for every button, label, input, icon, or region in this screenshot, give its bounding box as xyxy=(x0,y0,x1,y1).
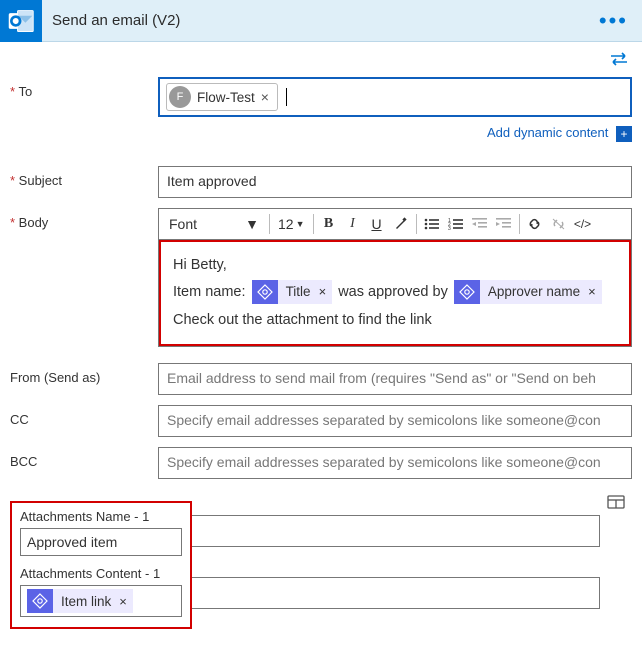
more-menu-button[interactable]: ••• xyxy=(585,8,642,34)
body-line: Check out the attachment to find the lin… xyxy=(173,307,617,335)
body-line: Item name: Title × was approved by Appro… xyxy=(173,279,617,307)
to-input[interactable]: F Flow-Test × xyxy=(158,77,632,117)
indent-button[interactable] xyxy=(493,211,515,237)
bold-button[interactable]: B xyxy=(318,211,340,237)
swap-icon[interactable] xyxy=(610,52,628,71)
attachment-name-input-ext[interactable] xyxy=(192,515,600,547)
token-icon xyxy=(27,589,53,613)
cc-label: CC xyxy=(10,405,158,427)
bullet-list-button[interactable] xyxy=(421,211,443,237)
add-dynamic-content-link[interactable]: Add dynamic content xyxy=(487,125,608,140)
dynamic-token-approver[interactable]: Approver name × xyxy=(454,280,602,304)
remove-token-icon[interactable]: × xyxy=(588,280,602,304)
unlink-button[interactable] xyxy=(548,211,570,237)
body-line: Hi Betty, xyxy=(173,252,617,280)
attachment-name-input[interactable]: Approved item xyxy=(20,528,182,556)
link-button[interactable] xyxy=(524,211,546,237)
card-title: Send an email (V2) xyxy=(42,12,585,29)
italic-button[interactable]: I xyxy=(342,211,364,237)
font-size-selector[interactable]: 12▼ xyxy=(274,211,309,237)
body-label: Body xyxy=(10,208,158,230)
code-view-button[interactable]: </> xyxy=(572,211,594,237)
recipient-avatar: F xyxy=(169,86,191,108)
outdent-button[interactable] xyxy=(469,211,491,237)
text-caret xyxy=(286,88,287,106)
svg-text:3: 3 xyxy=(448,226,451,230)
body-input[interactable]: Hi Betty, Item name: Title × was approve… xyxy=(159,240,631,347)
card-header: Send an email (V2) ••• xyxy=(0,0,642,42)
switch-array-mode-icon[interactable] xyxy=(607,493,625,511)
from-label: From (Send as) xyxy=(10,363,158,385)
recipient-chip[interactable]: F Flow-Test × xyxy=(166,83,278,111)
remove-recipient-icon[interactable]: × xyxy=(255,89,275,105)
dynamic-token-title[interactable]: Title × xyxy=(252,280,333,304)
cc-input[interactable]: Specify email addresses separated by sem… xyxy=(158,405,632,437)
token-icon xyxy=(454,280,480,304)
remove-token-icon[interactable]: × xyxy=(119,589,133,613)
outlook-icon xyxy=(0,0,42,42)
bcc-label: BCC xyxy=(10,447,158,469)
underline-button[interactable]: U xyxy=(366,211,388,237)
bcc-input[interactable]: Specify email addresses separated by sem… xyxy=(158,447,632,479)
dynamic-token-item-link[interactable]: Item link × xyxy=(27,589,133,613)
recipient-name: Flow-Test xyxy=(197,90,255,105)
attachments-section: Attachments Name - 1 Approved item Attac… xyxy=(10,501,192,629)
editor-toolbar: Font▼ 12▼ B I U 123 </> xyxy=(159,209,631,240)
attachment-name-label: Attachments Name - 1 xyxy=(20,509,182,524)
rich-text-editor: Font▼ 12▼ B I U 123 </> xyxy=(158,208,632,348)
attachment-content-label: Attachments Content - 1 xyxy=(20,566,182,581)
text-color-button[interactable] xyxy=(390,211,412,237)
subject-input[interactable]: Item approved xyxy=(158,166,632,198)
to-label: To xyxy=(10,77,158,99)
remove-token-icon[interactable]: × xyxy=(319,280,333,304)
subject-label: Subject xyxy=(10,166,158,188)
font-selector[interactable]: Font▼ xyxy=(163,211,265,237)
numbered-list-button[interactable]: 123 xyxy=(445,211,467,237)
add-dynamic-content-plus-icon[interactable]: + xyxy=(616,126,632,142)
token-icon xyxy=(252,280,278,304)
attachment-content-input-ext[interactable] xyxy=(192,577,600,609)
attachment-content-input[interactable]: Item link × xyxy=(20,585,182,617)
from-input[interactable]: Email address to send mail from (require… xyxy=(158,363,632,395)
